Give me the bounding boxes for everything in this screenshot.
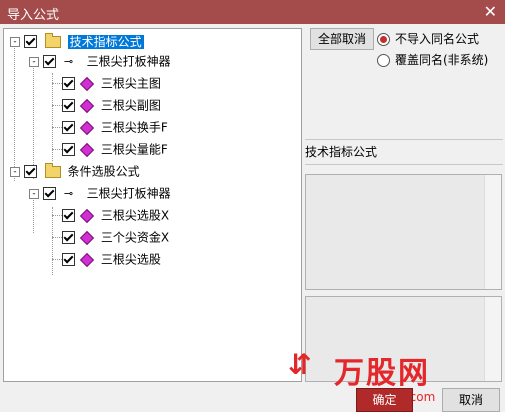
collapse-icon[interactable]: - bbox=[10, 167, 20, 177]
scrollbar[interactable] bbox=[484, 175, 501, 289]
checkbox[interactable] bbox=[62, 209, 75, 222]
formula-tree[interactable]: - 技术指标公式 - ⊸ 三根尖打板神器 三根尖主图 三根尖副图 三根尖换手F … bbox=[3, 28, 302, 382]
tree-item-formula-group[interactable]: ⊸ 三根尖打板神器 bbox=[43, 51, 171, 71]
folder-icon bbox=[44, 162, 61, 178]
brand-logo-icon: ⇵ bbox=[288, 348, 312, 381]
tree-item-formula-group[interactable]: ⊸ 三根尖打板神器 bbox=[43, 183, 171, 203]
tree-item-label: 三根尖量能F bbox=[100, 142, 168, 157]
tree-item-stock-screener[interactable]: 条件选股公式 bbox=[24, 161, 140, 181]
tree-item-label: 三个尖资金X bbox=[100, 230, 170, 245]
formula-icon bbox=[79, 208, 95, 223]
radio-overwrite[interactable]: 覆盖同名(非系统) bbox=[377, 51, 488, 69]
tree-item-formula[interactable]: 三根尖量能F bbox=[62, 139, 168, 159]
tree-item-formula[interactable]: 三根尖选股X bbox=[62, 205, 169, 225]
formula-icon bbox=[79, 230, 95, 245]
checkbox[interactable] bbox=[62, 77, 75, 90]
radio-selected-icon[interactable] bbox=[377, 33, 390, 46]
collapse-icon[interactable]: - bbox=[29, 189, 39, 199]
tree-item-formula[interactable]: 三根尖换手F bbox=[62, 117, 168, 137]
formula-icon bbox=[79, 142, 95, 157]
tree-item-formula[interactable]: 三根尖选股 bbox=[62, 249, 161, 269]
brand-watermark: ⇵ 万股网 bbox=[288, 348, 478, 391]
ok-button[interactable]: 确定 bbox=[356, 388, 413, 412]
tree-item-label: 三根尖打板神器 bbox=[86, 186, 171, 201]
checkbox[interactable] bbox=[24, 35, 37, 48]
tree-item-formula[interactable]: 三个尖资金X bbox=[62, 227, 169, 247]
formula-icon bbox=[79, 120, 95, 135]
title-bar: 导入公式 ✕ bbox=[0, 0, 505, 24]
folder-icon bbox=[44, 32, 61, 48]
checkbox[interactable] bbox=[24, 165, 37, 178]
section-title: 技术指标公式 bbox=[305, 145, 378, 159]
checkbox[interactable] bbox=[62, 231, 75, 244]
tree-item-label: 三根尖副图 bbox=[100, 98, 161, 113]
key-icon: ⊸ bbox=[63, 186, 74, 200]
tree-item-label: 三根尖选股 bbox=[100, 252, 161, 267]
key-icon: ⊸ bbox=[63, 54, 74, 68]
tree-item-label: 三根尖换手F bbox=[100, 120, 168, 135]
checkbox[interactable] bbox=[43, 55, 56, 68]
tree-item-label: 三根尖选股X bbox=[100, 208, 170, 223]
radio-unselected-icon[interactable] bbox=[377, 54, 390, 67]
checkbox[interactable] bbox=[62, 99, 75, 112]
checkbox[interactable] bbox=[62, 253, 75, 266]
formula-icon bbox=[79, 76, 95, 91]
deselect-all-button[interactable]: 全部取消 bbox=[310, 28, 374, 50]
radio-no-import[interactable]: 不导入同名公式 bbox=[377, 30, 479, 48]
radio-label: 覆盖同名(非系统) bbox=[395, 53, 489, 67]
collapse-icon[interactable]: - bbox=[29, 57, 39, 67]
tree-item-formula[interactable]: 三根尖副图 bbox=[62, 95, 161, 115]
tree-item-label: 三根尖主图 bbox=[100, 76, 161, 91]
scrollbar[interactable] bbox=[484, 297, 501, 381]
collapse-icon[interactable]: - bbox=[10, 37, 20, 47]
formula-icon bbox=[79, 98, 95, 113]
radio-label: 不导入同名公式 bbox=[395, 32, 480, 46]
close-icon[interactable]: ✕ bbox=[484, 2, 497, 21]
brand-name: 万股网 bbox=[334, 356, 430, 391]
checkbox[interactable] bbox=[62, 143, 75, 156]
checkbox[interactable] bbox=[43, 187, 56, 200]
formula-icon bbox=[79, 252, 95, 267]
tree-item-label: 技术指标公式 bbox=[67, 34, 144, 49]
tree-item-tech-indicators[interactable]: 技术指标公式 bbox=[24, 31, 144, 51]
tree-item-formula[interactable]: 三根尖主图 bbox=[62, 73, 161, 93]
cancel-button[interactable]: 取消 bbox=[442, 388, 500, 412]
tree-item-label: 条件选股公式 bbox=[67, 164, 140, 179]
checkbox[interactable] bbox=[62, 121, 75, 134]
tree-item-label: 三根尖打板神器 bbox=[86, 54, 171, 69]
info-panel bbox=[305, 174, 502, 290]
window-title: 导入公式 bbox=[7, 8, 60, 23]
